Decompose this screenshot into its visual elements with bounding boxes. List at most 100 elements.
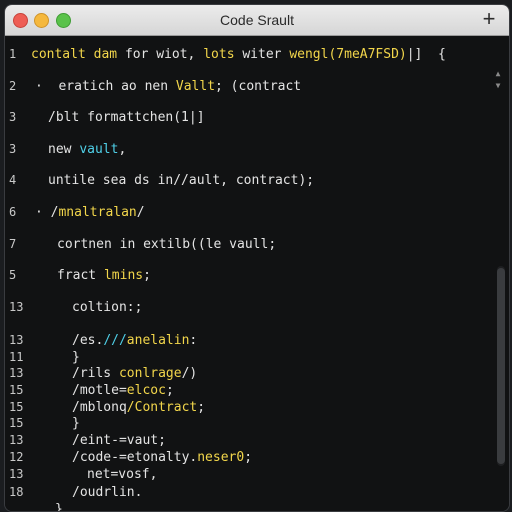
code-token: /eint-=vaut;	[72, 433, 166, 448]
line-number: 6	[9, 205, 17, 219]
code-token: elcoc	[126, 383, 166, 398]
code-line[interactable]: 1 contalt dam for wiot, lots witer wengl(…	[5, 47, 489, 65]
code-token: /Contract	[126, 400, 198, 415]
line-number: 7	[9, 237, 17, 251]
code-line[interactable]: 3 new vault,	[5, 142, 489, 160]
code-token: neser0	[197, 450, 245, 465]
code-line[interactable]: 15}	[5, 416, 489, 434]
code-text: untile sea ds in//ault, contract);	[48, 173, 314, 188]
line-number: 3	[9, 142, 17, 156]
line-number: 2	[9, 79, 17, 93]
code-line[interactable]: 6 · /mnaltralan/	[5, 205, 489, 223]
code-token: /mblonq	[72, 400, 127, 415]
line-number: 13	[9, 467, 24, 481]
code-token: ;	[244, 450, 253, 465]
code-token: conlrage	[118, 366, 182, 381]
code-line[interactable]: 4 untile sea ds in//ault, contract);	[5, 173, 489, 191]
code-text: cortnen in extilb((le vaull;	[57, 237, 276, 252]
code-text: /code-=etonalty.neser0;	[72, 450, 252, 465]
new-tab-button[interactable]: +	[479, 7, 499, 31]
code-line[interactable]: 13/rils conlrage/)	[5, 366, 489, 384]
code-line[interactable]: 3/blt formattchen(1|]	[5, 110, 489, 128]
line-number: 12	[9, 450, 24, 464]
code-text: }	[55, 502, 63, 512]
line-number: 13	[9, 433, 24, 447]
code-token: |] {	[406, 47, 446, 62]
code-token: ·	[35, 79, 59, 94]
line-number: 11	[9, 350, 24, 364]
code-token: vault	[79, 142, 119, 157]
code-text: /es.///anelalin:	[72, 333, 197, 348]
code-token: dam	[93, 47, 125, 62]
code-text: · eratich ao nen Vallt; (contract	[35, 79, 301, 94]
code-token: :	[189, 333, 198, 348]
code-line[interactable]: 18/oudrlin.	[5, 485, 489, 503]
code-token: ; (contract	[215, 79, 302, 94]
code-token: lots	[203, 47, 243, 62]
code-line[interactable]: 13/eint-=vaut;	[5, 433, 489, 451]
code-token: coltion:;	[72, 300, 143, 315]
line-number: 3	[9, 110, 17, 124]
code-token: cortnen in extilb((le vaull;	[57, 237, 277, 252]
code-token: }	[55, 502, 63, 512]
line-number: 1	[9, 47, 17, 61]
code-token: Vallt	[175, 79, 216, 94]
code-editor[interactable]: ▲ ▼ 1 contalt dam for wiot, lots witer we…	[5, 36, 509, 511]
code-token: /oudrlin.	[72, 485, 143, 500]
code-line[interactable]: 7 cortnen in extilb((le vaull;	[5, 237, 489, 255]
code-token: lmins	[103, 268, 144, 283]
code-text: /oudrlin.	[72, 485, 142, 500]
code-token: anelalin	[126, 333, 190, 348]
code-line[interactable]: 13 net=vosf,	[5, 467, 489, 485]
code-token: · /	[35, 205, 59, 220]
code-token: fract	[57, 268, 104, 283]
code-token: ///	[103, 333, 127, 348]
code-token: /rils	[72, 366, 119, 381]
code-token: wiot,	[156, 47, 204, 62]
code-text: /rils conlrage/)	[72, 366, 197, 381]
code-token: /	[136, 205, 145, 220]
code-token: net=vosf,	[87, 467, 158, 482]
window-title: Code Srault	[220, 12, 294, 28]
code-text: contalt dam for wiot, lots witer wengl(7…	[31, 47, 446, 62]
code-line[interactable]: }	[5, 502, 489, 512]
code-token: /blt formattchen(1|]	[48, 110, 205, 125]
code-text: coltion:;	[72, 300, 142, 315]
code-token: ,	[118, 142, 127, 157]
code-line[interactable]: 12/code-=etonalty.neser0;	[5, 450, 489, 468]
line-number: 18	[9, 485, 24, 499]
code-token: /)	[181, 366, 198, 381]
code-line[interactable]: 13/es.///anelalin:	[5, 333, 489, 351]
code-token: /es.	[72, 333, 104, 348]
code-text: new vault,	[48, 142, 126, 157]
code-token: mnaltralan	[58, 205, 137, 220]
code-text: /eint-=vaut;	[72, 433, 166, 448]
code-text: /blt formattchen(1|]	[48, 110, 205, 125]
code-text: · /mnaltralan/	[35, 205, 145, 220]
code-line[interactable]: 2 · eratich ao nen Vallt; (contract	[5, 79, 489, 97]
code-line[interactable]: 5 fract lmins;	[5, 268, 489, 286]
scroll-up-icon[interactable]: ▲	[493, 70, 503, 78]
code-token: eratich ao nen	[58, 79, 176, 94]
title-bar: Code Srault +	[5, 5, 509, 36]
code-line[interactable]: 13 coltion:;	[5, 300, 489, 318]
code-token: ;	[197, 400, 206, 415]
scroll-down-icon[interactable]: ▼	[493, 82, 503, 90]
code-token: new	[48, 142, 80, 157]
code-token: ;	[165, 383, 174, 398]
line-number: 13	[9, 333, 24, 347]
line-number: 15	[9, 383, 24, 397]
code-token: }	[72, 350, 80, 365]
code-token: witer	[242, 47, 290, 62]
scrollbar-thumb[interactable]	[497, 268, 505, 464]
code-line[interactable]: 15/motle=elcoc;	[5, 383, 489, 401]
code-text: fract lmins;	[57, 268, 151, 283]
line-number: 15	[9, 400, 24, 414]
code-token: wengl(7meA7FSD)	[289, 47, 407, 62]
code-window: Code Srault + ▲ ▼ 1 contalt dam for wiot,…	[4, 4, 510, 512]
code-token: contalt	[31, 47, 94, 62]
code-token: for	[124, 47, 157, 62]
code-token: /code-=etonalty.	[72, 450, 198, 465]
code-token: ;	[143, 268, 151, 283]
code-text: }	[72, 416, 80, 431]
